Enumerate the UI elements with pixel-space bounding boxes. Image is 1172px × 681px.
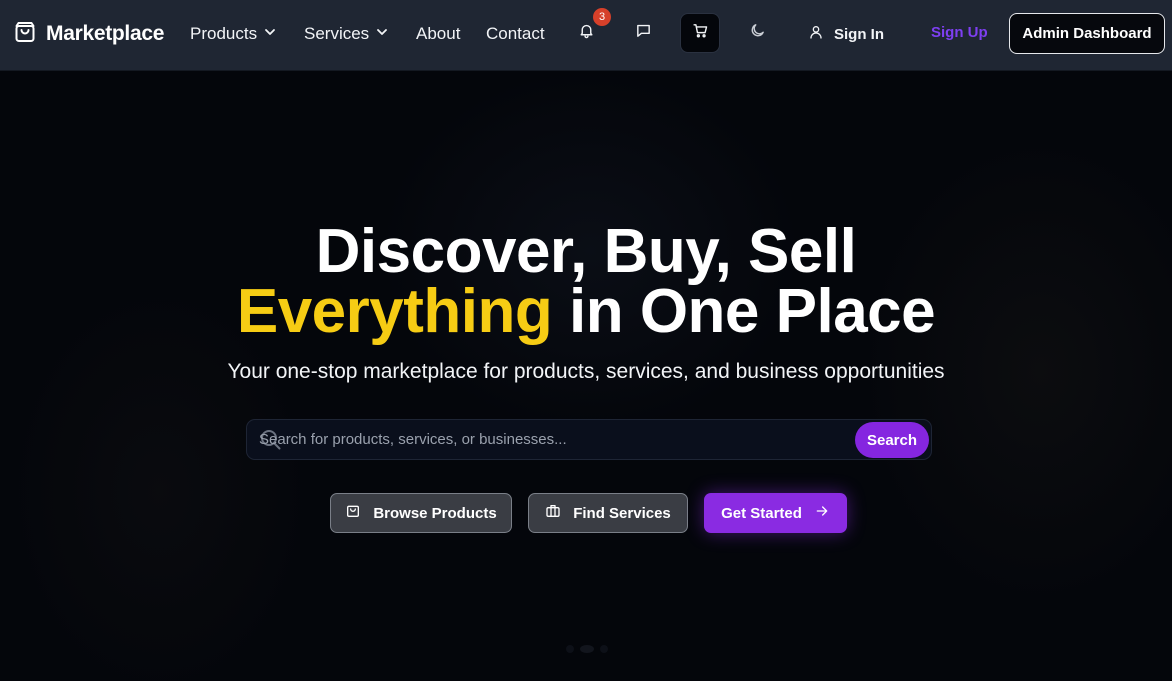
top-navbar: Marketplace Products Services About Cont… xyxy=(0,0,1172,71)
arrow-right-icon xyxy=(814,503,830,523)
sign-in-link[interactable]: Sign In xyxy=(808,21,884,47)
sign-in-label: Sign In xyxy=(834,25,884,43)
shopping-bag-icon xyxy=(345,503,361,523)
hero-headline-accent: Everything xyxy=(236,277,553,346)
bell-icon xyxy=(578,22,595,44)
nav-about[interactable]: About xyxy=(416,22,460,46)
user-icon xyxy=(808,24,824,44)
brand-logo[interactable]: Marketplace xyxy=(13,20,164,48)
briefcase-icon xyxy=(545,503,561,523)
hero-headline-line1: Discover, Buy, Sell xyxy=(315,217,857,286)
hero-headline-rest: in One Place xyxy=(552,277,936,346)
nav-contact-label: Contact xyxy=(486,24,545,43)
cart-icon xyxy=(692,22,709,44)
nav-services[interactable]: Services xyxy=(304,22,389,46)
carousel-dot-active[interactable] xyxy=(580,645,594,653)
get-started-button[interactable]: Get Started xyxy=(704,493,847,533)
hero-subtitle: Your one-stop marketplace for products, … xyxy=(227,360,945,383)
carousel-dot[interactable] xyxy=(566,645,574,653)
carousel-dot[interactable] xyxy=(600,645,608,653)
nav-contact[interactable]: Contact xyxy=(486,22,545,46)
sign-up-link[interactable]: Sign Up xyxy=(931,24,988,41)
nav-about-label: About xyxy=(416,24,461,43)
nav-products[interactable]: Products xyxy=(190,22,277,46)
message-icon xyxy=(635,22,652,44)
hero-section: Discover, Buy, Sell Everything in One Pl… xyxy=(0,71,1172,681)
admin-dashboard-button[interactable]: Admin Dashboard xyxy=(1009,13,1165,54)
hero-headline-line2: Everything in One Place xyxy=(0,281,1172,343)
theme-toggle-button[interactable] xyxy=(737,13,777,53)
find-services-label: Find Services xyxy=(573,504,671,522)
browse-products-button[interactable]: Browse Products xyxy=(330,493,512,533)
search-input[interactable] xyxy=(259,420,849,459)
messages-button[interactable] xyxy=(623,13,663,53)
chevron-down-icon xyxy=(375,24,389,44)
brand-name: Marketplace xyxy=(46,22,165,45)
carousel-indicators xyxy=(566,645,608,653)
get-started-label: Get Started xyxy=(721,504,802,522)
chevron-down-icon xyxy=(263,24,277,44)
shopping-bag-icon xyxy=(13,20,37,49)
moon-icon xyxy=(749,22,766,44)
browse-products-label: Browse Products xyxy=(373,504,497,522)
nav-products-label: Products xyxy=(190,24,258,43)
find-services-button[interactable]: Find Services xyxy=(528,493,688,533)
nav-services-label: Services xyxy=(304,24,370,43)
notification-badge: 3 xyxy=(593,8,611,26)
cart-button[interactable] xyxy=(680,13,720,53)
search-bar: Search xyxy=(246,419,932,460)
search-button[interactable]: Search xyxy=(855,422,929,458)
